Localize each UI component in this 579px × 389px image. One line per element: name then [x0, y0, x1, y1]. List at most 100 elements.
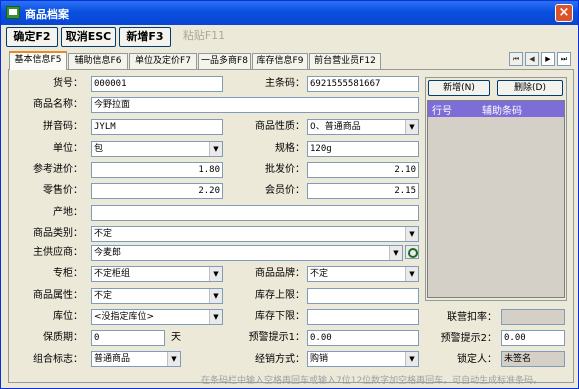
stock-upper-field[interactable]	[307, 288, 419, 304]
chevron-down-icon[interactable]: ▼	[405, 227, 418, 241]
unit-select[interactable]: 包 ▼	[91, 141, 223, 157]
confirm-button[interactable]: 确定F2	[6, 27, 58, 47]
supplier-value: 今麦郎	[94, 248, 122, 258]
grid-header: 行号 辅助条码	[428, 101, 564, 117]
spec-label: 规格：	[275, 143, 305, 154]
warn1-label: 预警提示1：	[248, 332, 305, 343]
category-select[interactable]: 不定 ▼	[91, 226, 419, 242]
chevron-down-icon[interactable]: ▼	[167, 352, 180, 366]
brand-value: 不定	[310, 269, 329, 279]
tab-cashier[interactable]: 前台营业员F12	[309, 53, 381, 69]
locker-label: 锁定人：	[457, 354, 497, 365]
tab-multi-supplier[interactable]: 一品多商F8	[198, 53, 251, 69]
stock-lower-field[interactable]	[307, 309, 419, 325]
counter-label: 专柜：	[53, 268, 83, 279]
ref-price-label: 参考进价：	[33, 164, 83, 175]
combo-select[interactable]: 普通商品 ▼	[91, 351, 181, 367]
tab-stock-info[interactable]: 库存信息F9	[252, 53, 308, 69]
prev-record-icon[interactable]: ◀	[525, 52, 539, 66]
retail-label: 零售价：	[43, 185, 83, 196]
attribute-label: 商品属性：	[33, 290, 83, 301]
location-value: <没指定库位>	[94, 312, 155, 322]
cancel-button[interactable]: 取消ESC	[61, 27, 116, 47]
warn2-label: 预警提示2：	[440, 333, 497, 344]
nature-label: 商品性质：	[255, 121, 305, 132]
product-archive-window: 商品档案 × 确定F2 取消ESC 新增F3 粘贴F11 基本信息F5 辅助信息…	[0, 0, 579, 389]
unit-value: 包	[94, 144, 104, 154]
chevron-down-icon[interactable]: ▼	[405, 120, 418, 134]
chevron-down-icon[interactable]: ▼	[389, 246, 402, 260]
origin-label: 产地：	[53, 207, 83, 218]
origin-field[interactable]	[91, 205, 419, 221]
search-supplier-icon[interactable]	[405, 245, 419, 259]
title-bar: 商品档案 ×	[1, 1, 578, 25]
chevron-down-icon[interactable]: ▼	[209, 142, 222, 156]
combo-label: 组合标志：	[33, 354, 83, 365]
close-button[interactable]: ×	[555, 4, 573, 22]
wholesale-field[interactable]: 2.10	[307, 162, 419, 178]
member-price-field[interactable]: 2.15	[307, 183, 419, 199]
category-label: 商品类别：	[33, 228, 83, 239]
status-hint: 在条码栏中输入空格再回车或输入7位12位数字加空格再回车，可自动生成标准条码。	[201, 376, 543, 386]
add-button[interactable]: 新增F3	[119, 27, 171, 47]
window-title: 商品档案	[25, 8, 69, 21]
wholesale-label: 批发价：	[265, 164, 305, 175]
ref-price-field[interactable]: 1.80	[91, 162, 223, 178]
chevron-down-icon[interactable]: ▼	[405, 267, 418, 281]
last-record-icon[interactable]: ⏭	[557, 52, 571, 66]
tab-aux-info[interactable]: 辅助信息F6	[68, 53, 128, 69]
goods-no-field[interactable]: 000001	[91, 76, 223, 92]
retail-field[interactable]: 2.20	[91, 183, 223, 199]
tab-basic-info[interactable]: 基本信息F5	[9, 51, 67, 70]
brand-select[interactable]: 不定 ▼	[307, 266, 419, 282]
supplier-label: 主供应商：	[33, 247, 83, 258]
mode-value: 购销	[310, 354, 329, 364]
col-barcode-header: 辅助条码	[482, 106, 522, 117]
next-record-icon[interactable]: ▶	[541, 52, 555, 66]
goods-no-label: 货号：	[53, 78, 83, 89]
warn2-field[interactable]: 0.00	[501, 330, 565, 346]
chevron-down-icon[interactable]: ▼	[209, 289, 222, 303]
attribute-select[interactable]: 不定 ▼	[91, 288, 223, 304]
combo-value: 普通商品	[94, 354, 131, 364]
name-label: 商品名称：	[33, 99, 83, 110]
tab-unit-pricing[interactable]: 单位及定价F7	[129, 53, 197, 69]
col-line-header: 行号	[432, 106, 452, 117]
attribute-value: 不定	[94, 291, 113, 301]
counter-value: 不定柜组	[94, 269, 131, 279]
member-price-label: 会员价：	[265, 185, 305, 196]
category-value: 不定	[94, 229, 113, 239]
aux-add-button[interactable]: 新增(N)	[428, 80, 490, 96]
aux-delete-button[interactable]: 删除(D)	[497, 80, 563, 96]
first-record-icon[interactable]: ⏮	[509, 52, 523, 66]
brand-label: 商品品牌：	[255, 268, 305, 279]
counter-select[interactable]: 不定柜组 ▼	[91, 266, 223, 282]
paste-button: 粘贴F11	[182, 29, 226, 42]
pinyin-field[interactable]: JYLM	[91, 119, 223, 135]
nature-value: 0、普通商品	[310, 122, 361, 132]
shelf-life-label: 保质期：	[43, 332, 83, 343]
chevron-down-icon[interactable]: ▼	[209, 267, 222, 281]
mode-label: 经销方式：	[255, 354, 305, 365]
stock-lower-label: 库存下限：	[255, 311, 305, 322]
unit-label: 单位：	[53, 143, 83, 154]
barcode-label: 主条码：	[265, 78, 305, 89]
location-select[interactable]: <没指定库位> ▼	[91, 309, 223, 325]
app-icon	[6, 6, 20, 19]
warn1-field[interactable]: 0.00	[307, 330, 419, 346]
name-field[interactable]: 今野拉面	[91, 97, 419, 113]
supplier-select[interactable]: 今麦郎 ▼	[91, 245, 403, 261]
chevron-down-icon[interactable]: ▼	[405, 352, 418, 366]
discount-label: 联营扣率：	[447, 312, 497, 323]
locker-field: 未签名	[501, 351, 565, 367]
aux-barcode-grid[interactable]: 行号 辅助条码	[427, 100, 565, 298]
shelf-life-field[interactable]: 0	[91, 330, 165, 346]
pinyin-label: 拼音码：	[43, 121, 83, 132]
barcode-field[interactable]: 6921555581667	[307, 76, 419, 92]
chevron-down-icon[interactable]: ▼	[209, 310, 222, 324]
location-label: 库位：	[53, 311, 83, 322]
mode-select[interactable]: 购销 ▼	[307, 351, 419, 367]
spec-field[interactable]: 120g	[307, 141, 419, 157]
nature-select[interactable]: 0、普通商品 ▼	[307, 119, 419, 135]
shelf-life-unit: 天	[171, 332, 181, 343]
